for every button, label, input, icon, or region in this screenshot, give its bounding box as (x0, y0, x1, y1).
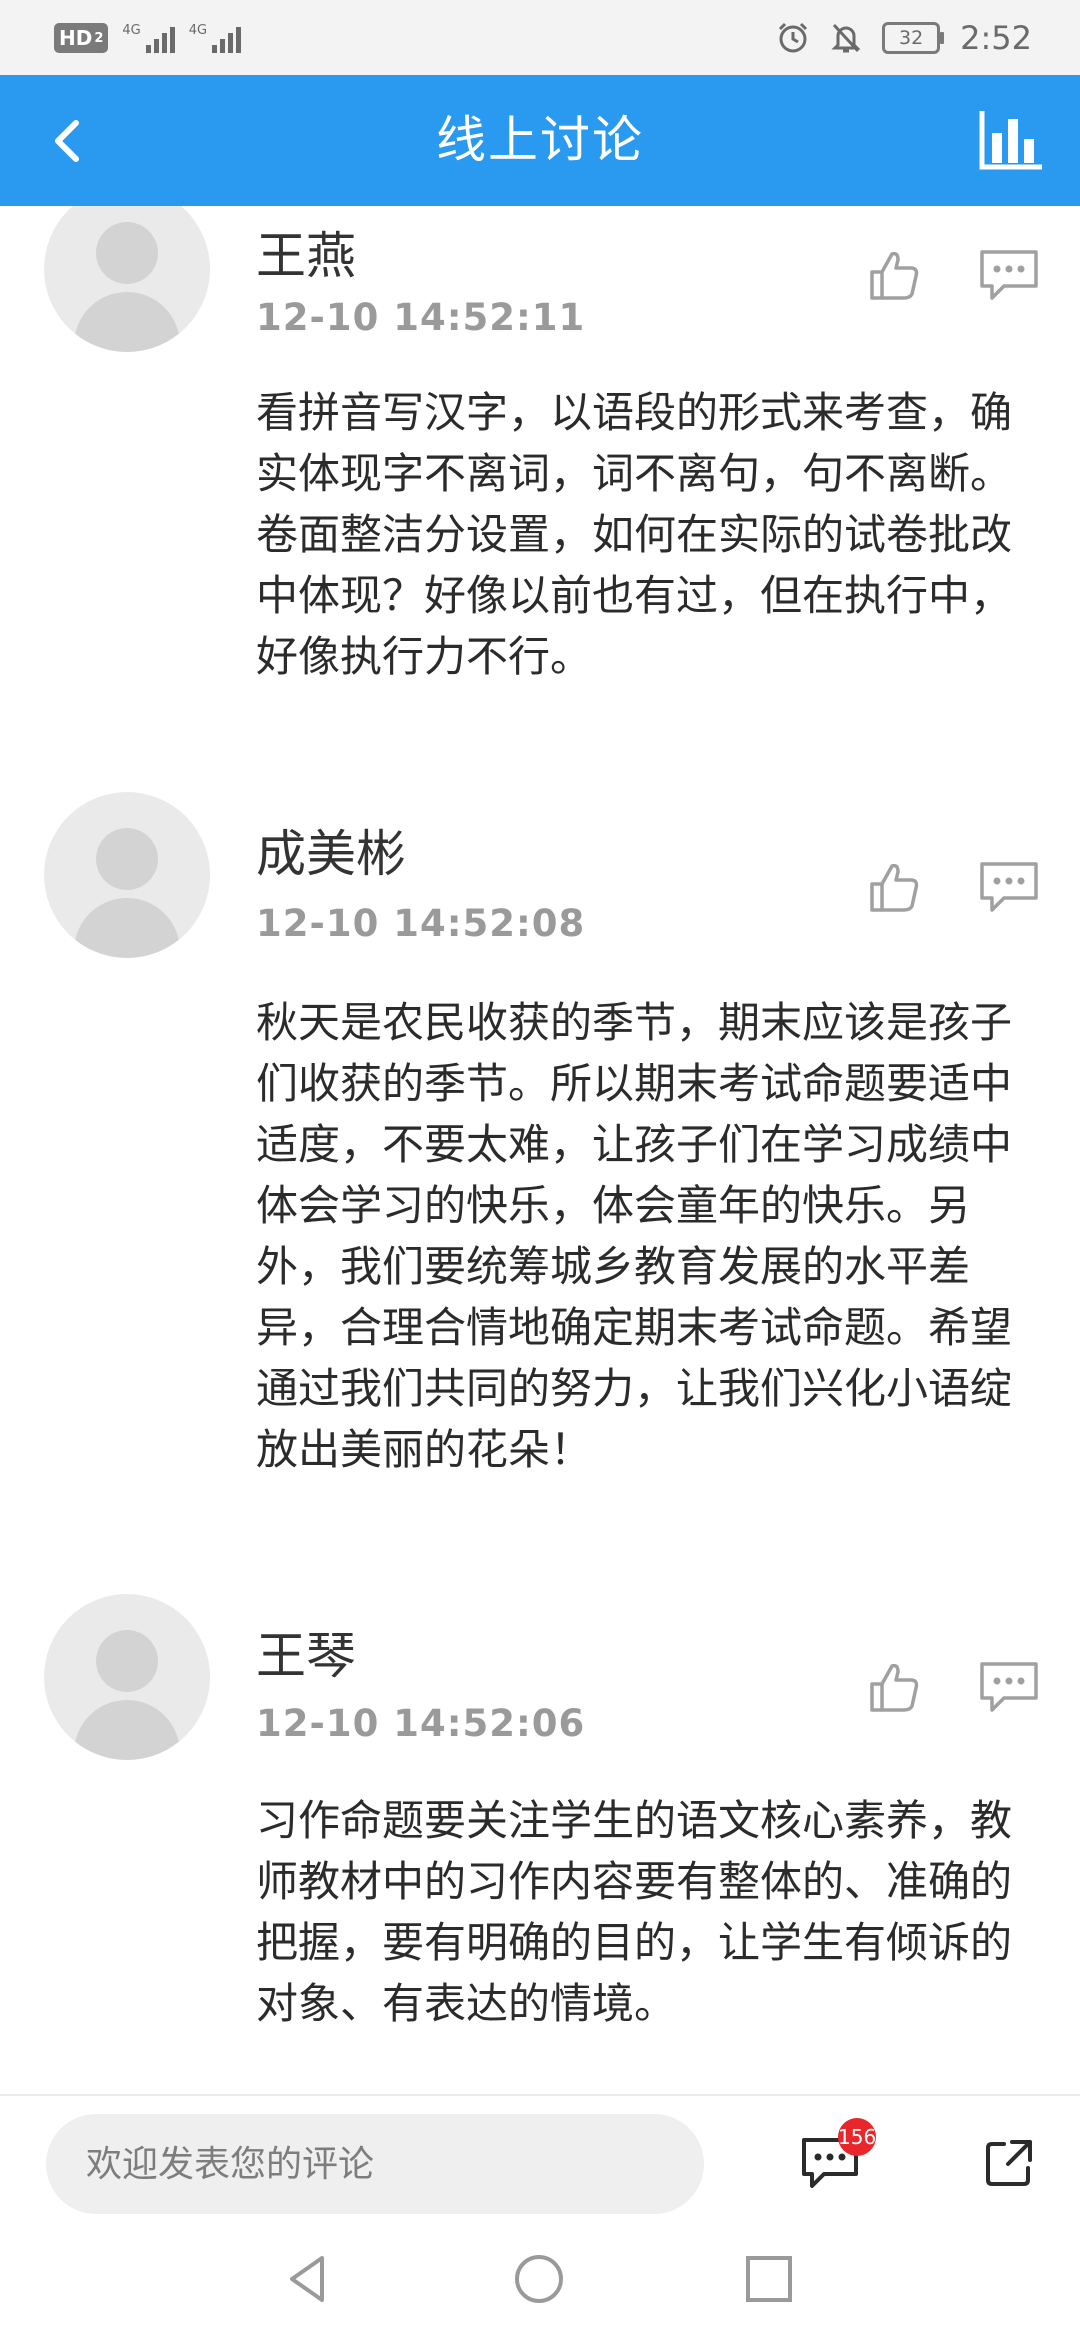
reply-comment-icon[interactable] (978, 856, 1040, 918)
comment-item: 成美彬 12-10 14:52:08 秋天是农民收获的季节，期末应该是孩子们收获… (0, 792, 1080, 1552)
mute-bell-icon (831, 23, 861, 53)
comment-time: 12-10 14:52:11 (256, 296, 586, 339)
system-nav-bar (0, 2214, 1080, 2340)
comment-count-badge: 156 (838, 2118, 876, 2156)
hd-voice-icon: HD 2 (54, 23, 109, 53)
avatar (44, 792, 210, 958)
reply-comment-icon[interactable] (978, 244, 1040, 306)
avatar (44, 1594, 210, 1760)
signal-icon-1: 4G (122, 23, 175, 53)
comment-item: 王琴 12-10 14:52:06 习作命题要关注学生的语文核心素养，教师教材中… (0, 1594, 1080, 2094)
comment-author: 成美彬 (256, 825, 406, 883)
comment-author: 王燕 (256, 227, 356, 285)
reply-comment-icon[interactable] (978, 1656, 1040, 1718)
comment-item: 王燕 12-10 14:52:11 看拼音写汉字，以语段的形式来考查，确实体现字… (0, 206, 1080, 706)
comment-text: 秋天是农民收获的季节，期末应该是孩子们收获的季节。所以期末考试命题要适中适度，不… (256, 998, 1013, 1474)
signal-icon-2: 4G (189, 23, 242, 53)
avatar (44, 206, 210, 352)
stats-chart-icon[interactable] (976, 105, 1046, 175)
status-bar: HD 2 4G 4G 32 2:52 (0, 0, 1080, 75)
nav-back-icon[interactable] (278, 2248, 340, 2310)
like-thumb-icon[interactable] (864, 1656, 926, 1718)
nav-home-icon[interactable] (508, 2248, 570, 2310)
comment-author: 王琴 (256, 1627, 356, 1685)
page-title: 线上讨论 (436, 111, 644, 169)
header-bar: 线上讨论 (0, 75, 1080, 206)
comment-text: 习作命题要关注学生的语文核心素养，教师教材中的习作内容要有整体的、准确的把握，要… (256, 1796, 1013, 2028)
like-thumb-icon[interactable] (864, 856, 926, 918)
comment-bar: 156 (0, 2094, 1080, 2216)
like-thumb-icon[interactable] (864, 244, 926, 306)
comment-input[interactable] (46, 2114, 704, 2214)
nav-recents-icon[interactable] (738, 2248, 800, 2310)
comment-time: 12-10 14:52:08 (256, 902, 586, 945)
battery-icon: 32 (882, 22, 945, 54)
share-icon[interactable] (982, 2136, 1036, 2190)
status-time: 2:52 (960, 19, 1032, 57)
comment-time: 12-10 14:52:06 (256, 1702, 586, 1745)
comment-text: 看拼音写汉字，以语段的形式来考查，确实体现字不离词，词不离句，句不离断。卷面整洁… (256, 388, 1013, 681)
comment-list[interactable]: 王燕 12-10 14:52:11 看拼音写汉字，以语段的形式来考查，确实体现字… (0, 206, 1080, 2094)
alarm-icon (779, 22, 808, 53)
